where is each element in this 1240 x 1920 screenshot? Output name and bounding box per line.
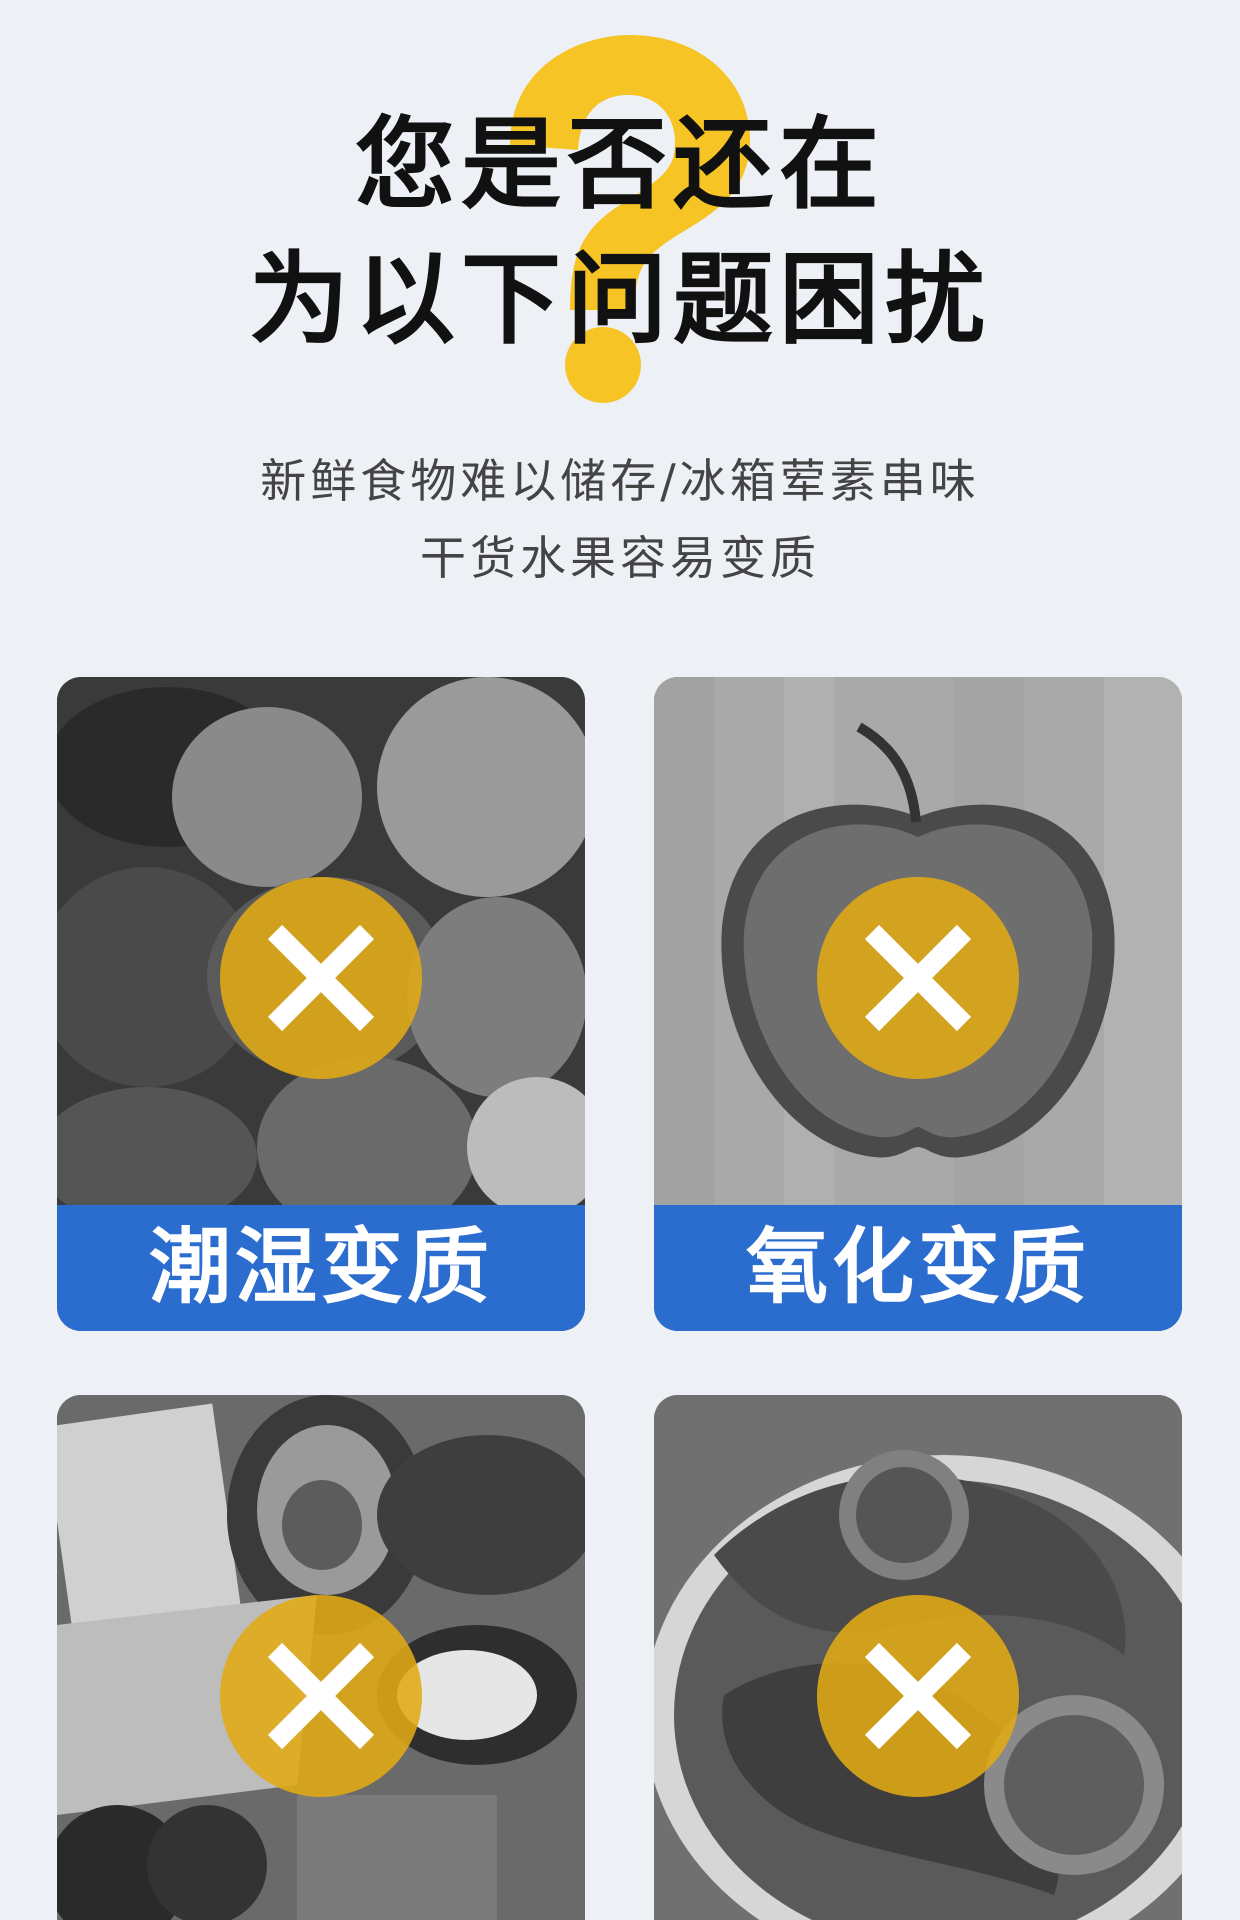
- page-title-line-2: 为以下问题困扰: [249, 241, 991, 358]
- problem-label: 潮湿变质: [57, 1205, 585, 1331]
- page-title-line-1: 您是否还在: [355, 106, 885, 223]
- x-mark-icon: [267, 924, 375, 1032]
- problem-card-mixed-food: [57, 1395, 585, 1920]
- x-mark-icon: [864, 924, 972, 1032]
- x-mark-badge: [220, 1595, 422, 1797]
- problem-card-damp: 潮湿变质: [57, 677, 585, 1331]
- x-mark-icon: [267, 1642, 375, 1750]
- problem-card-oxidized: 氧化变质: [654, 677, 1182, 1331]
- problem-card-dried-food: [654, 1395, 1182, 1920]
- subtitle-line-1: 新鲜食物难以储存/冰箱荤素串味: [260, 454, 980, 508]
- x-mark-badge: [817, 877, 1019, 1079]
- subtitle-line-2: 干货水果容易变质: [420, 531, 820, 585]
- x-mark-icon: [864, 1642, 972, 1750]
- problem-label: 氧化变质: [654, 1205, 1182, 1331]
- x-mark-badge: [220, 877, 422, 1079]
- x-mark-badge: [817, 1595, 1019, 1797]
- header: 您是否还在 为以下问题困扰 新鲜食物难以储存/冰箱荤素串味 干货水果容易变质: [0, 0, 1240, 600]
